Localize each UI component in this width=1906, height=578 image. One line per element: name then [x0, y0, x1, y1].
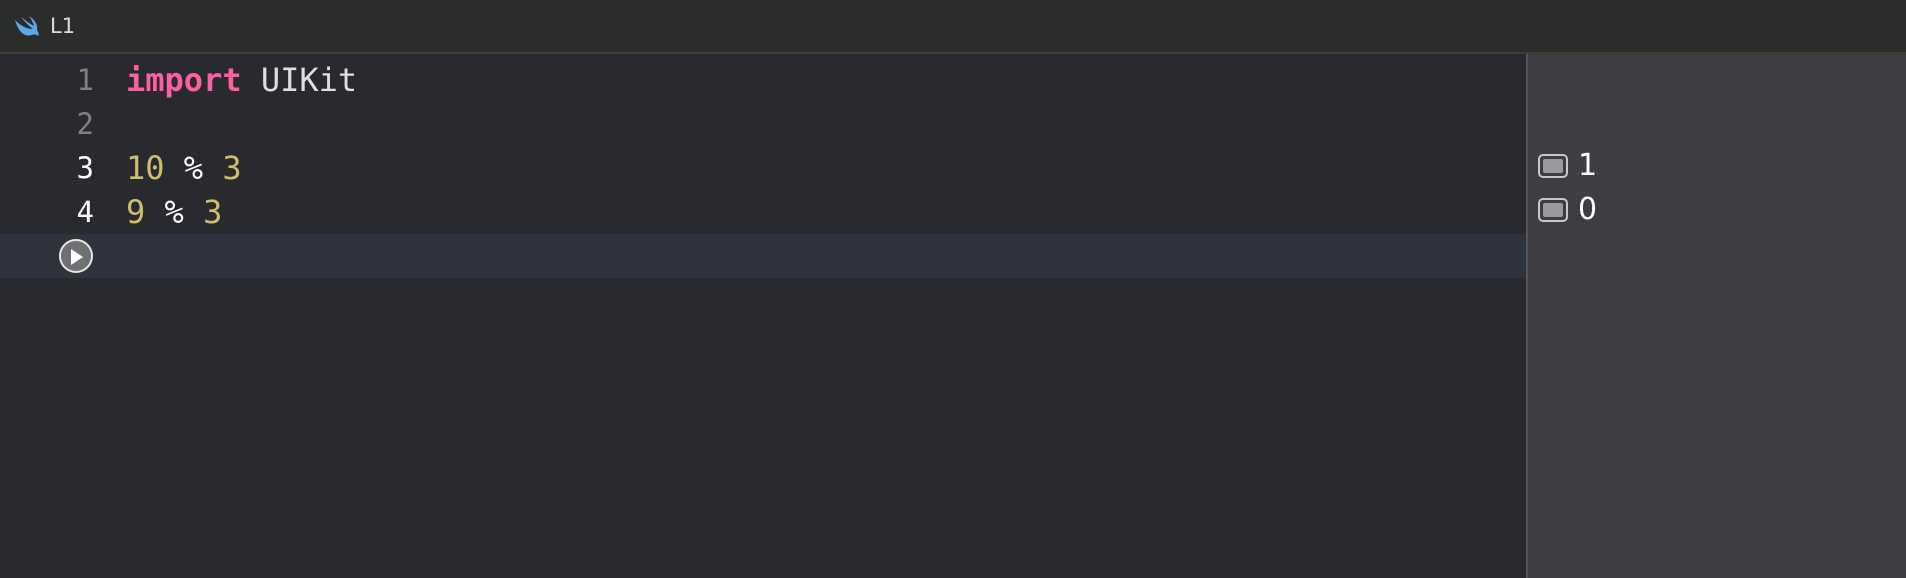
swift-icon — [13, 14, 41, 38]
results-sidebar — [1526, 54, 1906, 578]
quick-look-icon[interactable] — [1538, 154, 1568, 178]
result-value: 0 — [1578, 192, 1598, 227]
keyword-token: import — [126, 61, 242, 99]
code-text: import UIKit — [126, 58, 357, 102]
code-line[interactable]: 3 10 % 3 — [0, 146, 1526, 190]
play-icon[interactable] — [59, 239, 93, 273]
line-number: 3 — [76, 151, 94, 185]
code-line[interactable]: 4 9 % 3 — [0, 190, 1526, 234]
operator-token: % — [164, 193, 184, 231]
identifier-token: UIKit — [260, 61, 358, 99]
code-text: 9 % 3 — [126, 190, 222, 234]
number-token: 3 — [203, 193, 223, 231]
code-editor[interactable]: 1 import UIKit 2 3 10 % 3 4 9 % 3 — [0, 54, 1526, 578]
line-number: 2 — [76, 107, 94, 141]
number-token: 3 — [222, 149, 242, 187]
quick-look-icon[interactable] — [1538, 198, 1568, 222]
number-token: 10 — [126, 149, 165, 187]
tab-bar: L1 — [0, 0, 1906, 54]
current-line[interactable] — [0, 234, 1526, 278]
code-text: 10 % 3 — [126, 146, 242, 190]
number-token: 9 — [126, 193, 146, 231]
result-value: 1 — [1578, 148, 1598, 183]
code-line[interactable]: 1 import UIKit — [0, 58, 1526, 102]
code-line[interactable]: 2 — [0, 102, 1526, 146]
tab-title[interactable]: L1 — [50, 11, 75, 41]
operator-token: % — [183, 149, 204, 187]
line-number: 1 — [76, 63, 94, 97]
line-number: 4 — [76, 195, 94, 229]
